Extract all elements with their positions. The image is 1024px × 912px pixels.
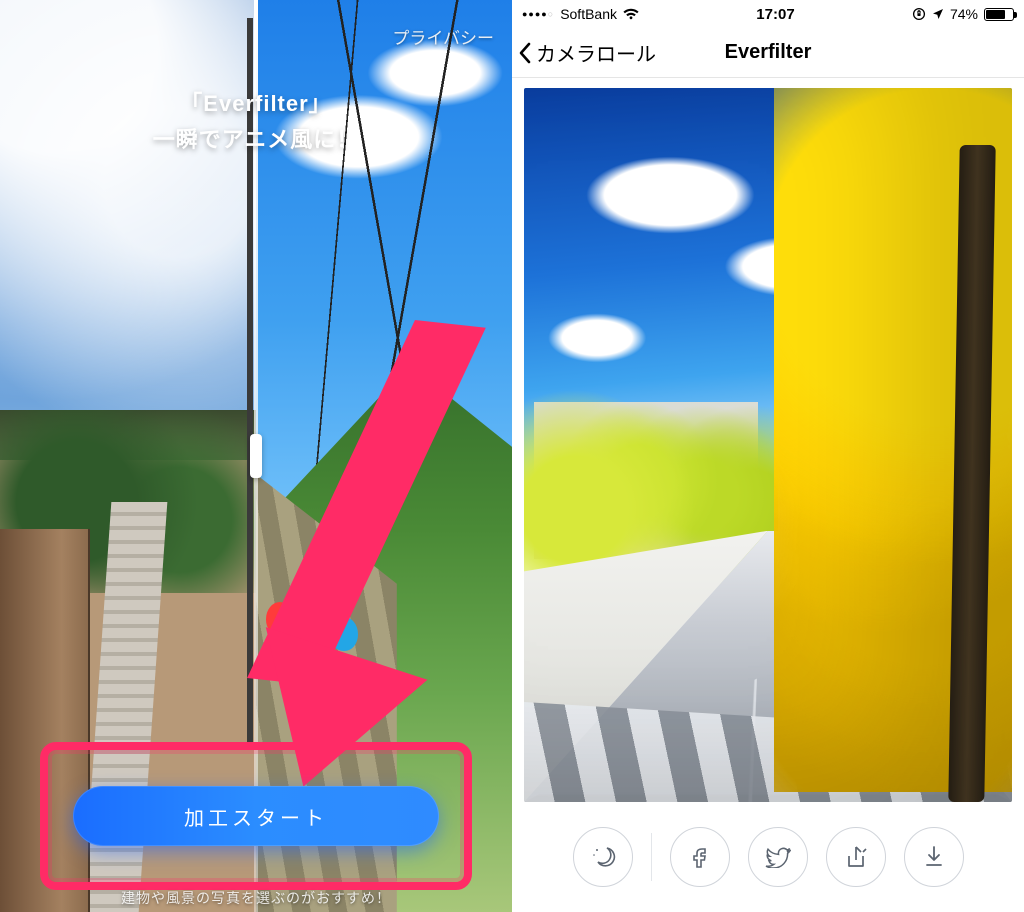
welcome-title-line1: 「Everfilter」 [0, 86, 512, 118]
share-button[interactable] [826, 827, 886, 887]
toolbar-divider [651, 833, 652, 881]
share-icon [844, 844, 868, 870]
moon-stars-icon [590, 844, 616, 870]
wifi-icon [623, 8, 639, 20]
welcome-title: 「Everfilter」 一瞬でアニメ風に！ [0, 86, 512, 154]
location-icon [932, 8, 944, 20]
welcome-subtitle: 建物や風景の写真を選ぶのがおすすめ！ [0, 888, 512, 908]
facebook-icon [688, 845, 712, 869]
comparison-handle-icon[interactable] [250, 434, 262, 478]
page-title: Everfilter [512, 41, 1024, 64]
welcome-screen: プライバシー 「Everfilter」 一瞬でアニメ風に！ 加工スタート 建物や… [0, 0, 512, 912]
start-button[interactable]: 加工スタート [73, 786, 439, 846]
rotation-lock-icon [912, 7, 926, 21]
status-bar: ●●●●○ SoftBank 17:07 74% [512, 0, 1024, 28]
result-screen: ●●●●○ SoftBank 17:07 74% カ [512, 0, 1024, 912]
nav-bar: カメラロール Everfilter [512, 28, 1024, 78]
signal-dots-icon: ●●●●○ [522, 9, 554, 19]
night-mode-button[interactable] [573, 827, 633, 887]
download-icon [922, 844, 946, 870]
share-toolbar [512, 802, 1024, 912]
clock-label: 17:07 [756, 6, 794, 23]
twitter-share-button[interactable] [748, 827, 808, 887]
result-image[interactable] [524, 88, 1012, 802]
welcome-title-line2: 一瞬でアニメ風に！ [0, 122, 512, 154]
carrier-label: SoftBank [560, 6, 617, 22]
balloons-decoration [266, 562, 386, 682]
download-button[interactable] [904, 827, 964, 887]
battery-icon [984, 8, 1014, 21]
battery-percent-label: 74% [950, 6, 978, 22]
twitter-icon [765, 846, 791, 868]
facebook-share-button[interactable] [670, 827, 730, 887]
privacy-link[interactable]: プライバシー [392, 24, 494, 49]
